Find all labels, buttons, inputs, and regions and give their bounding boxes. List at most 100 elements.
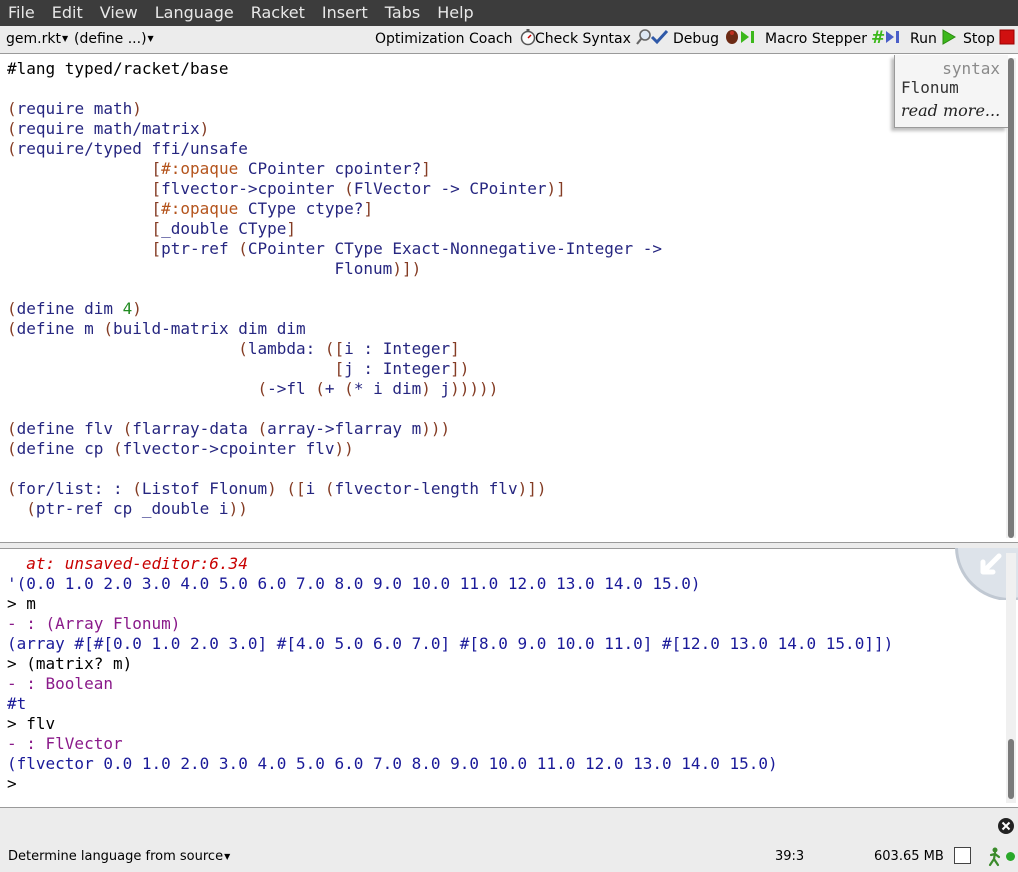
definitions-line: (ptr-ref cp _double i)) [7, 499, 662, 519]
memory-usage[interactable]: 603.65 MB [874, 849, 944, 864]
menubar: File Edit View Language Racket Insert Tabs Help [0, 0, 1018, 26]
debug-label: Debug [673, 31, 720, 47]
definitions-token: _double CType [161, 219, 287, 238]
run-button[interactable]: Run [910, 26, 957, 52]
definitions-line: (require/typed ffi/unsafe [7, 139, 662, 159]
define-menu-button[interactable]: (define ...)▼ [74, 26, 154, 52]
file-menu-button[interactable]: gem.rkt▼ [6, 26, 68, 52]
definitions-token: )] [546, 179, 566, 198]
language-label: Determine language from source [8, 849, 224, 864]
definitions-token: ( [26, 499, 36, 518]
menu-racket[interactable]: Racket [243, 0, 314, 26]
definitions-token: define dim [16, 299, 123, 318]
definitions-line: (lambda: ([i : Integer] [7, 339, 662, 359]
interactions-pane[interactable]: at: unsaved-editor:6.34 '(0.0 1.0 2.0 3.0… [0, 548, 1018, 808]
definitions-token: ( [7, 99, 17, 118]
definitions-line: (for/list: : (Listof Flonum) ([i (flvect… [7, 479, 662, 499]
check-syntax-button[interactable]: Check Syntax [535, 26, 670, 52]
definitions-line: [flvector->cpointer (FlVector -> CPointe… [7, 179, 662, 199]
definitions-token: define m [16, 319, 104, 338]
chevron-down-icon: ▼ [61, 34, 69, 43]
definitions-token: ( [7, 299, 17, 318]
definitions-token: ]) [450, 359, 470, 378]
definitions-line: [_double CType] [7, 219, 662, 239]
definitions-token: define flv [16, 419, 123, 438]
definitions-token: CType ctype? [238, 199, 364, 218]
menu-view[interactable]: View [92, 0, 147, 26]
interactions-scroll-thumb[interactable] [1008, 739, 1014, 799]
menu-language[interactable]: Language [147, 0, 243, 26]
definitions-token: ( [112, 439, 123, 458]
close-circle-icon[interactable] [997, 817, 1015, 835]
bluebox-signature: Flonum [901, 78, 959, 97]
definitions-token [7, 159, 152, 178]
definitions-scrollbar[interactable] [1006, 58, 1016, 538]
definitions-token: ( [7, 479, 17, 498]
definitions-token: [ [151, 239, 162, 258]
definitions-token: + [324, 379, 345, 398]
language-selector[interactable]: Determine language from source▼ [8, 849, 230, 864]
menu-tabs[interactable]: Tabs [377, 0, 429, 26]
definitions-token: ] [286, 219, 297, 238]
definitions-line: Flonum)]) [7, 259, 662, 279]
menu-insert[interactable]: Insert [314, 0, 377, 26]
check-syntax-label: Check Syntax [535, 31, 631, 47]
definitions-token: i : Integer [344, 339, 451, 358]
menu-edit[interactable]: Edit [44, 0, 92, 26]
macro-stepper-button[interactable]: Macro Stepper # [765, 26, 907, 52]
debug-button[interactable]: Debug [673, 26, 762, 52]
interactions-token: > (matrix? m) [7, 654, 133, 673]
definitions-token: flvector->cpointer [161, 179, 345, 198]
definitions-token: ptr-ref [161, 239, 239, 258]
definitions-token [7, 179, 152, 198]
gc-indicator [954, 847, 971, 864]
interactions-token: > [7, 774, 27, 793]
definitions-line: (->fl (+ (* i dim) j))))) [7, 379, 662, 399]
stop-button[interactable]: Stop [963, 26, 1016, 52]
definitions-token: flarray-data [132, 419, 258, 438]
definitions-token: ( [122, 419, 133, 438]
definitions-scroll-thumb[interactable] [1008, 58, 1014, 538]
stop-square-icon [999, 29, 1015, 45]
blue-box-popup: syntax Flonum read more... [894, 55, 1008, 128]
definitions-token: )) [334, 439, 354, 458]
interactions-line: - : FlVector [7, 734, 893, 754]
chevron-down-icon: ▼ [224, 852, 231, 861]
interactions-token: (flvector 0.0 1.0 2.0 3.0 4.0 5.0 6.0 7.… [7, 754, 778, 773]
definitions-token [7, 499, 26, 518]
play-icon [942, 29, 957, 45]
interactions-line: at: unsaved-editor:6.34 [7, 554, 893, 574]
definitions-token: FlVector -> CPointer [353, 179, 547, 198]
interactions-scrollbar[interactable] [1006, 553, 1016, 803]
definitions-token: ( [103, 319, 113, 338]
interactions-output[interactable]: at: unsaved-editor:6.34 '(0.0 1.0 2.0 3.0… [7, 554, 893, 794]
read-more-link[interactable]: read more... [901, 101, 1000, 120]
definitions-token [7, 339, 238, 358]
definitions-token: ( [7, 119, 17, 138]
definitions-token: ) [132, 299, 142, 318]
definitions-token: ( [132, 479, 142, 498]
definitions-editor[interactable]: #lang typed/racket/base (require math) (r… [0, 53, 1018, 543]
definitions-token: ( [344, 179, 354, 198]
definitions-token: ( [7, 419, 17, 438]
definitions-line: [ptr-ref (CPointer CType Exact-Nonnegati… [7, 239, 663, 259]
stop-label: Stop [963, 31, 995, 47]
interactions-token: - : FlVector [7, 734, 123, 753]
definitions-token: flvector->cpointer flv [122, 439, 335, 458]
menu-help[interactable]: Help [429, 0, 482, 26]
definitions-token: array->flarray m [267, 419, 422, 438]
definitions-token: define cp [16, 439, 113, 458]
definitions-line: (define m (build-matrix dim dim [7, 319, 662, 339]
definitions-line [7, 459, 662, 479]
definitions-token: ( [324, 479, 335, 498]
definitions-token: [ [151, 199, 162, 218]
definitions-token: ([ [324, 339, 345, 358]
definitions-code[interactable]: #lang typed/racket/base (require math) (r… [7, 59, 662, 519]
definitions-token: i [305, 479, 325, 498]
define-menu-label: (define ...) [74, 31, 147, 47]
definitions-token: ( [257, 419, 268, 438]
optimization-coach-button[interactable]: Optimization Coach [375, 26, 537, 52]
menu-file[interactable]: File [0, 0, 44, 26]
definitions-line: [#:opaque CPointer cpointer?] [7, 159, 662, 179]
interactions-line: > [7, 774, 893, 794]
